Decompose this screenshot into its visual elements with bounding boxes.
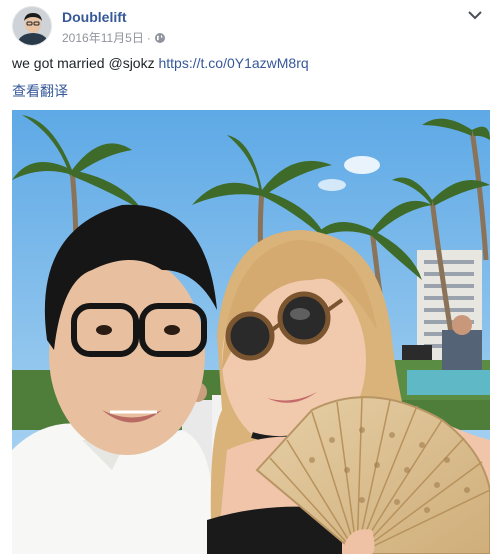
avatar[interactable]: [12, 6, 52, 46]
post-text: we got married @sjokz https://t.co/0Y1az…: [12, 55, 309, 71]
post-meta: 2016年11月5日 ·: [62, 29, 166, 46]
post-link[interactable]: https://t.co/0Y1azwM8rq: [158, 55, 308, 71]
facebook-post: Doublelift 2016年11月5日 · we got married @…: [0, 0, 497, 554]
globe-icon[interactable]: [154, 32, 166, 44]
photo-image: [12, 110, 490, 554]
post-timestamp[interactable]: 2016年11月5日: [62, 29, 144, 46]
post-photo[interactable]: [12, 110, 490, 554]
chevron-down-icon[interactable]: [465, 8, 485, 22]
avatar-image: [13, 7, 51, 45]
author-name[interactable]: Doublelift: [62, 9, 127, 25]
post-text-body: we got married @sjokz: [12, 55, 159, 71]
see-translation-link[interactable]: 查看翻译: [12, 81, 68, 101]
post-header: Doublelift 2016年11月5日 ·: [12, 6, 485, 50]
meta-separator: ·: [146, 30, 151, 45]
